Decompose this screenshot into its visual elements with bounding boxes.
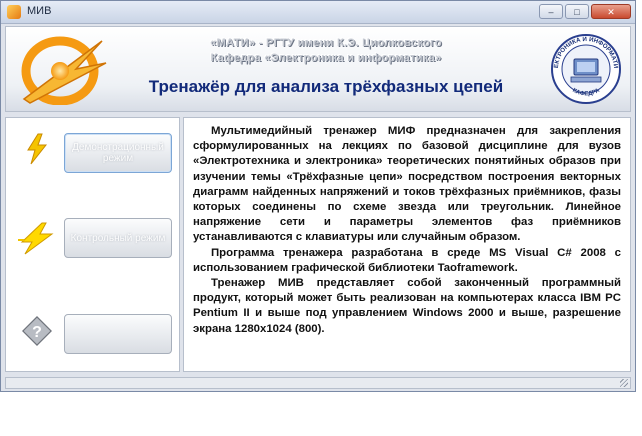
close-button[interactable]: ✕: [591, 4, 631, 19]
department-name: Кафедра «Электроника и информатика»: [210, 52, 442, 64]
question-mark-icon: ?: [22, 316, 52, 346]
description-paragraph-1: Мультимедийный тренажер МИФ предназначен…: [193, 125, 621, 244]
help-button[interactable]: [64, 314, 172, 354]
university-name: «МАТИ» - РГТУ имени К.Э. Циолковского: [210, 37, 442, 49]
demo-mode-button[interactable]: Демонстрационный режим: [64, 133, 172, 173]
app-window: МИВ – □ ✕ «МАТИ» - РГТУ имени К.Э. Циолк…: [0, 0, 636, 392]
lightning-bolt-icon: [18, 222, 54, 255]
lightning-bolt-icon: [27, 133, 48, 165]
maximize-button[interactable]: □: [565, 4, 589, 19]
svg-text:?: ?: [32, 324, 42, 341]
description-paragraph-3: Тренажер МИВ представляет собой закончен…: [193, 277, 621, 335]
department-logo-icon: ЭЛЕКТРОНИКА И ИНФОРМАТИКА КАФЕДРА: [550, 31, 621, 104]
app-icon: [7, 5, 21, 19]
mode-sidebar: Демонстрационный режим Контрольный режим…: [5, 117, 180, 372]
control-mode-button[interactable]: Контрольный режим: [64, 218, 172, 258]
status-bar: [5, 377, 631, 389]
header-banner: «МАТИ» - РГТУ имени К.Э. Циолковского Ка…: [5, 26, 631, 112]
university-logo-icon: [21, 36, 107, 105]
page-title: Тренажёр для анализа трёхфазных цепей: [148, 77, 504, 96]
minimize-button[interactable]: –: [539, 4, 563, 19]
window-title: МИВ: [27, 5, 52, 17]
description-panel: Мультимедийный тренажер МИФ предназначен…: [183, 117, 631, 372]
description-paragraph-2: Программа тренажера разработана в среде …: [193, 246, 621, 274]
window-controls: – □ ✕: [539, 4, 631, 19]
resize-grip-icon[interactable]: [620, 379, 628, 387]
title-bar[interactable]: МИВ – □ ✕: [1, 1, 635, 24]
